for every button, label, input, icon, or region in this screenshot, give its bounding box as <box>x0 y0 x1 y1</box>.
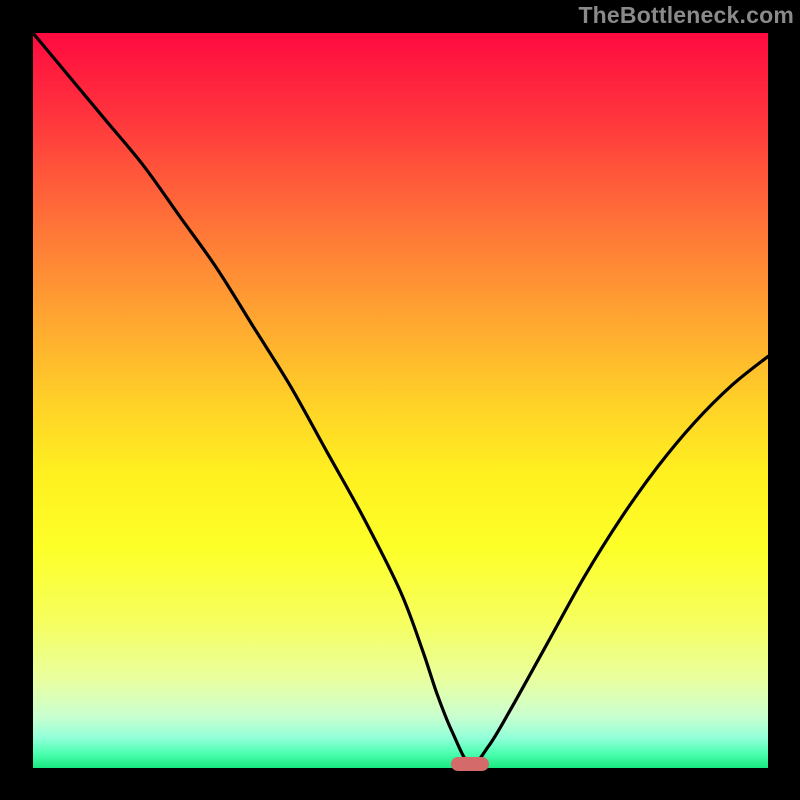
chart-frame: TheBottleneck.com <box>0 0 800 800</box>
bottleneck-curve <box>33 33 768 765</box>
watermark-text: TheBottleneck.com <box>578 2 794 29</box>
optimal-point-marker <box>451 757 489 771</box>
plot-area <box>33 33 768 768</box>
curve-layer <box>33 33 768 768</box>
